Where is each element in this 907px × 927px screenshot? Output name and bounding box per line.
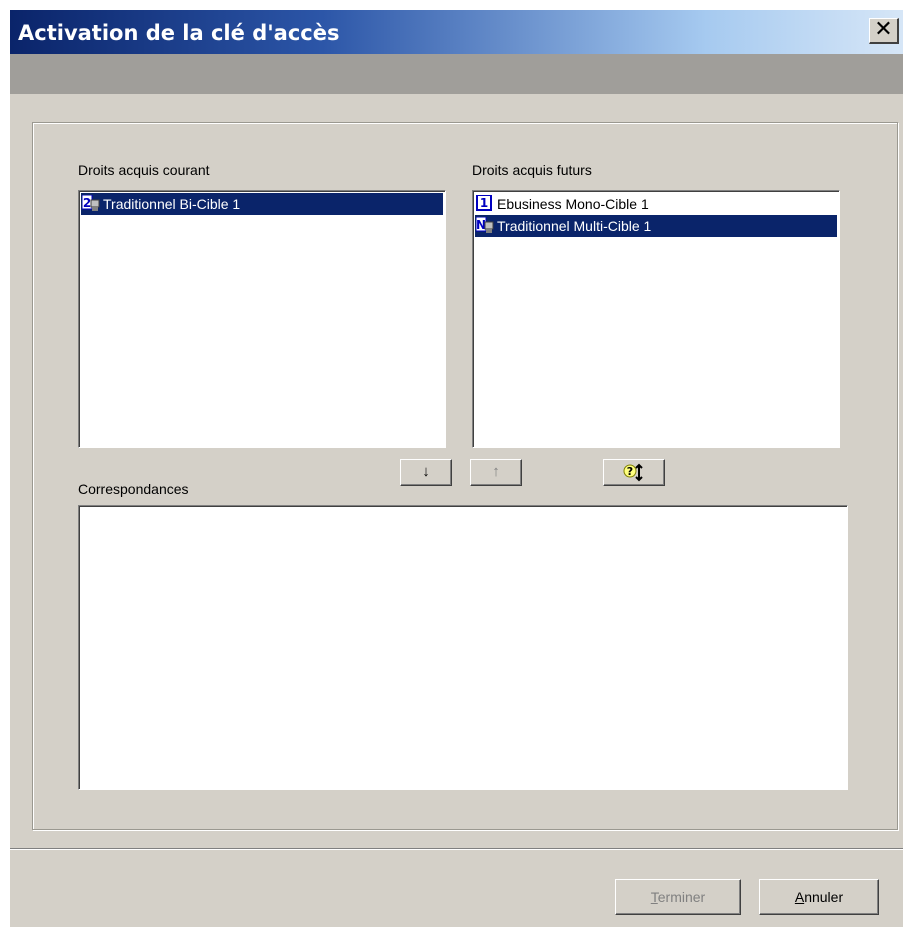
correspondences-label: Correspondances [78, 481, 189, 497]
future-rights-list[interactable]: 1 Ebusiness Mono-Cible 1 N Traditionnel … [472, 190, 840, 448]
mapping-group: Droits acquis courant 2 Traditionnel Bi-… [32, 122, 898, 830]
move-down-button[interactable]: ↓ [400, 459, 452, 486]
move-up-button[interactable]: ↑ [470, 459, 522, 486]
arrow-down-icon: ↓ [422, 463, 430, 480]
dialog-body: Droits acquis courant 2 Traditionnel Bi-… [10, 94, 903, 927]
list-item-label: Ebusiness Mono-Cible 1 [497, 196, 649, 212]
auto-match-icon: ? [623, 463, 643, 482]
dialog-title: Activation de la clé d'accès [18, 21, 340, 45]
list-item[interactable]: N Traditionnel Multi-Cible 1 [475, 215, 837, 237]
list-item[interactable]: 2 Traditionnel Bi-Cible 1 [81, 193, 443, 215]
current-rights-label: Droits acquis courant [78, 162, 210, 178]
close-icon: ✕ [874, 17, 893, 42]
mono-cible-icon: 1 [476, 195, 492, 211]
current-rights-list[interactable]: 2 Traditionnel Bi-Cible 1 [78, 190, 446, 448]
future-rights-label: Droits acquis futurs [472, 162, 592, 178]
footer-separator [10, 848, 903, 850]
toolbar-strip [10, 54, 903, 94]
close-button[interactable]: ✕ [869, 18, 899, 44]
svg-text:?: ? [627, 465, 633, 478]
bi-cible-icon: 2 [82, 195, 100, 211]
list-item-label: Traditionnel Bi-Cible 1 [103, 196, 241, 212]
arrow-up-icon: ↑ [492, 463, 500, 480]
list-item[interactable]: 1 Ebusiness Mono-Cible 1 [475, 193, 837, 215]
finish-button[interactable]: Terminer [615, 879, 741, 915]
svg-text:2: 2 [83, 196, 91, 210]
activation-dialog: Activation de la clé d'accès ✕ Droits ac… [0, 0, 907, 927]
cancel-button[interactable]: Annuler [759, 879, 879, 915]
svg-text:1: 1 [480, 196, 488, 210]
title-bar[interactable]: Activation de la clé d'accès ✕ [10, 10, 903, 54]
correspondences-list[interactable] [78, 505, 848, 790]
auto-match-button[interactable]: ? [603, 459, 665, 486]
list-item-label: Traditionnel Multi-Cible 1 [497, 218, 652, 234]
multi-cible-icon: N [476, 217, 494, 233]
